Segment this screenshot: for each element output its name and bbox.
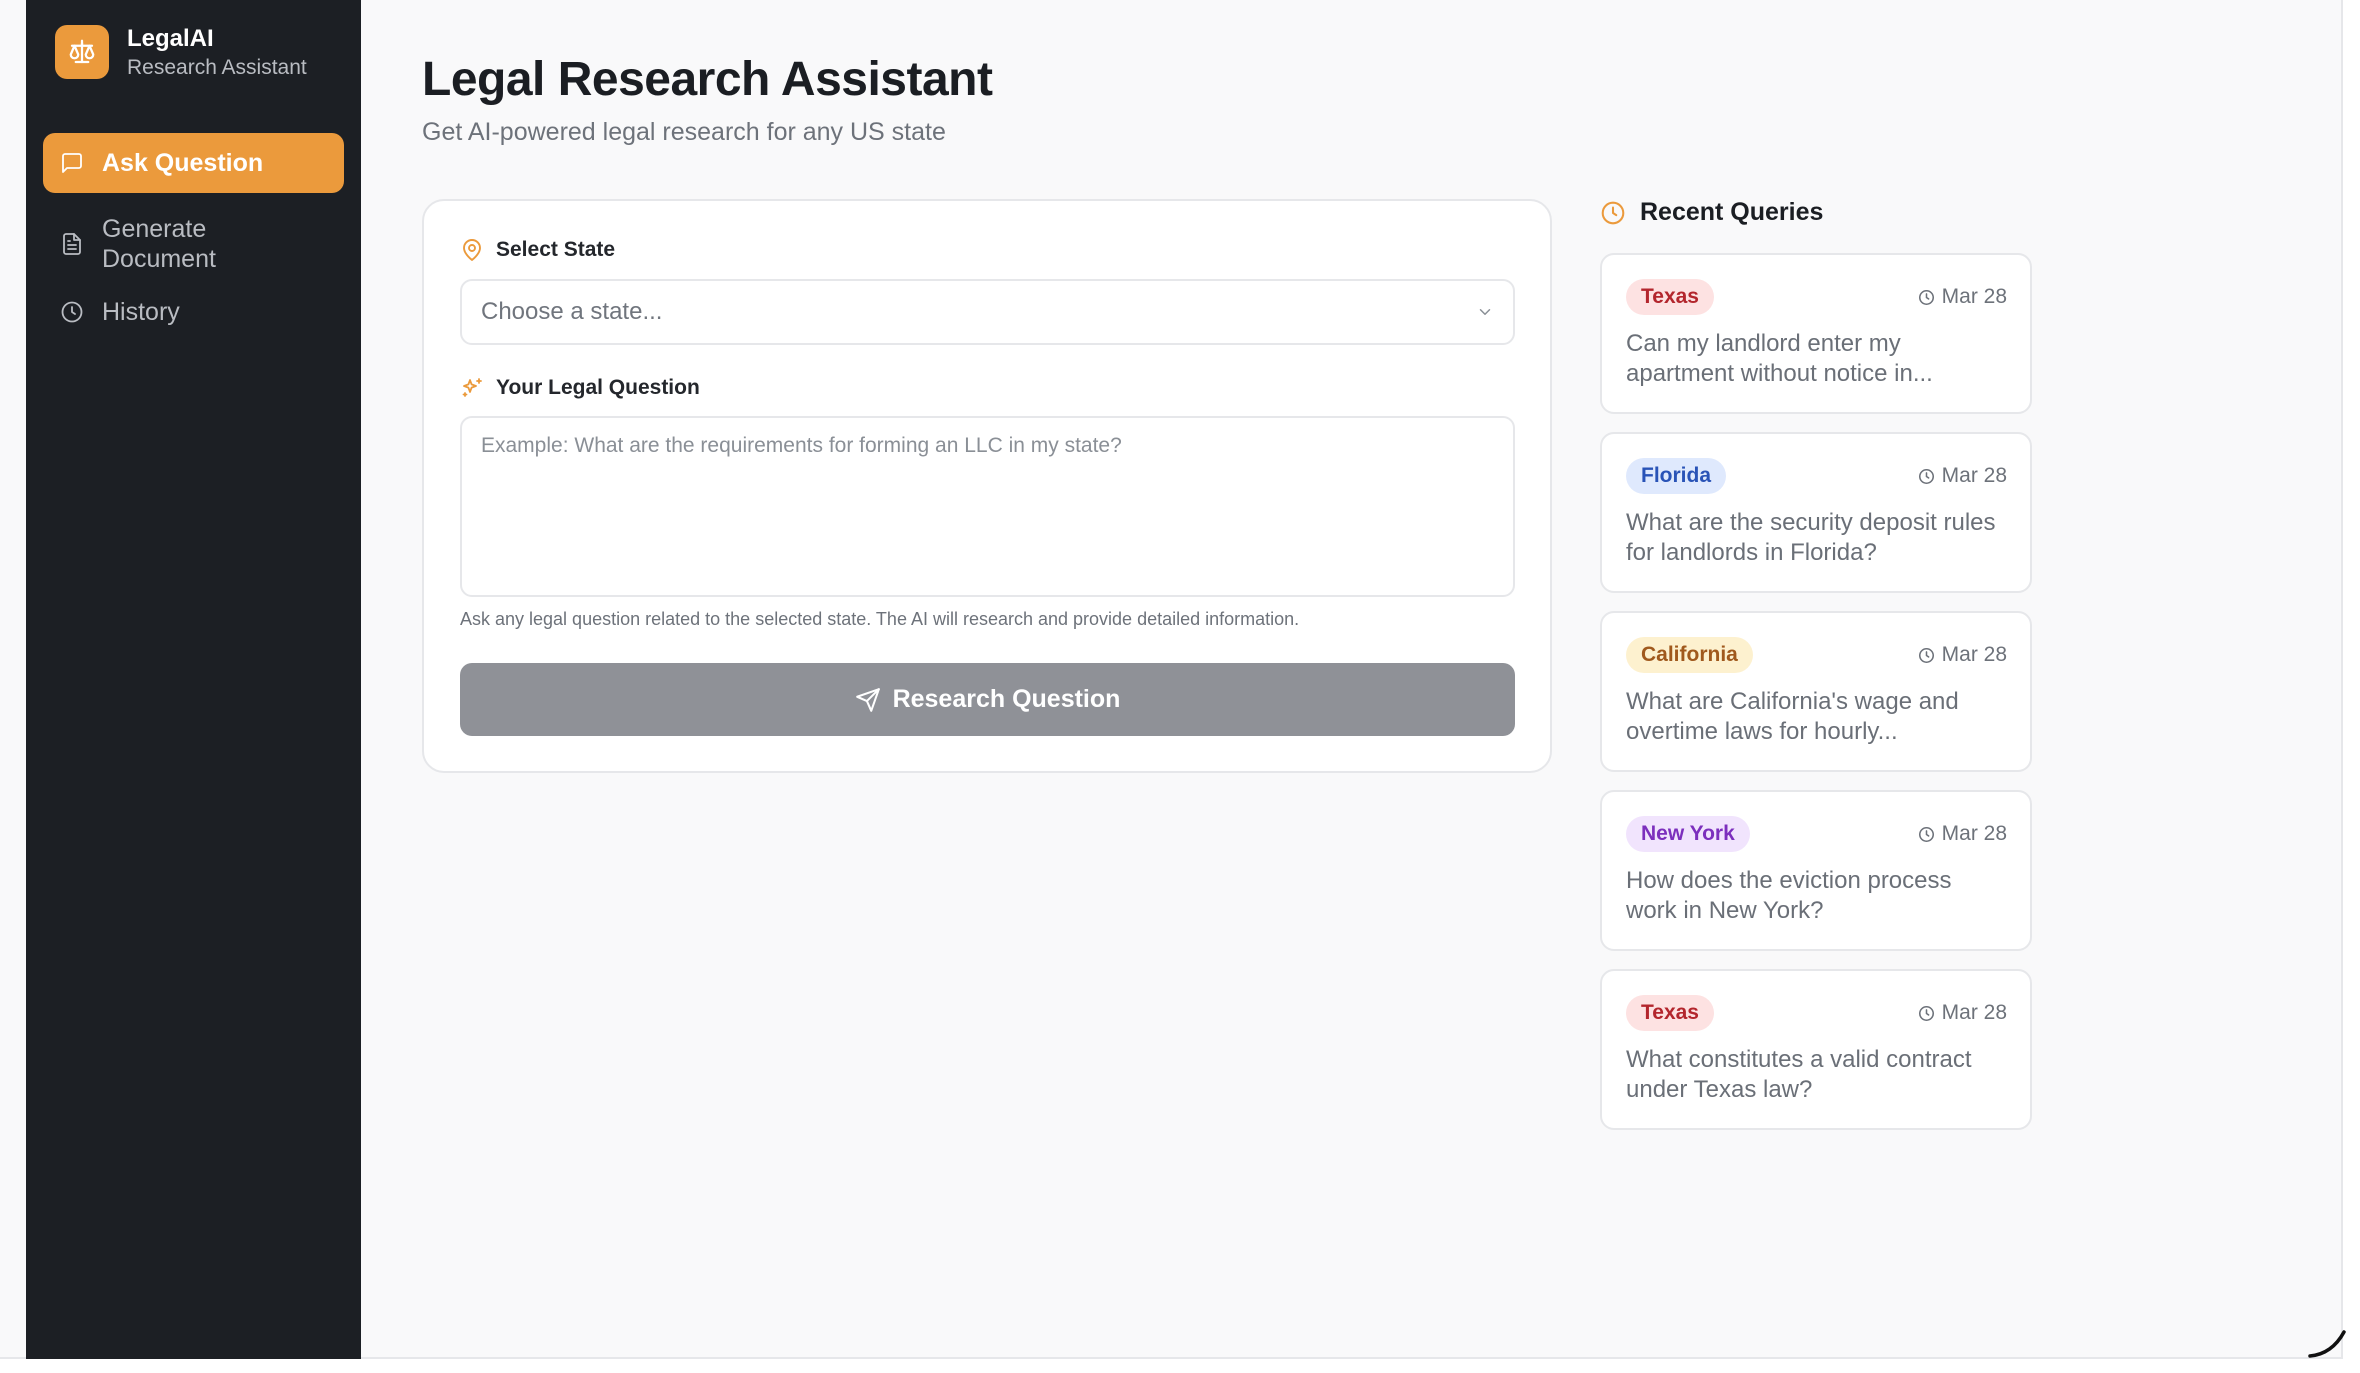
state-select[interactable]: Choose a state... [460,279,1515,345]
question-label-text: Your Legal Question [496,376,700,399]
send-icon [855,687,881,713]
state-badge: Texas [1626,279,1714,315]
query-text: What constitutes a valid contract under … [1626,1046,1972,1103]
recent-query-card[interactable]: New York Mar 28 How does the eviction pr… [1600,790,2032,951]
state-badge: Florida [1626,458,1727,494]
chevron-down-icon [1476,303,1494,321]
state-select-placeholder: Choose a state... [481,298,663,325]
query-text: What are California's wage and overtime … [1626,688,1959,745]
brand: LegalAI Research Assistant [55,25,307,79]
nav-item-generate-document[interactable]: Generate Document [43,199,344,289]
query-date-text: Mar 28 [1941,643,2007,666]
query-date: Mar 28 [1918,1001,2007,1025]
clock-icon [1918,1005,1935,1022]
question-hint: Ask any legal question related to the se… [460,609,1300,629]
state-badge: Texas [1626,995,1714,1031]
message-square-icon [60,151,84,175]
query-date-text: Mar 28 [1941,1001,2007,1024]
sidebar: LegalAI Research Assistant Ask Question [26,0,361,1359]
nav-item-label: Generate Document [102,215,216,273]
query-date: Mar 28 [1918,285,2007,309]
sparkles-icon [460,376,484,400]
research-question-button[interactable]: Research Question [460,663,1515,736]
question-placeholder: Example: What are the requirements for f… [481,434,1122,457]
research-question-label: Research Question [892,685,1121,713]
app-window: LegalAI Research Assistant Ask Question [0,0,2343,1359]
page-title: Legal Research Assistant [422,53,993,106]
scale-icon [55,25,109,79]
query-text: Can my landlord enter my apartment witho… [1626,330,1933,387]
clock-icon [1600,200,1626,226]
query-date-text: Mar 28 [1941,464,2007,487]
sidebar-nav: Ask Question Generate Document History [43,133,344,333]
resize-handle-icon[interactable] [2306,1316,2352,1362]
page-subtitle: Get AI-powered legal research for any US… [422,118,946,146]
state-badge: New York [1626,816,1750,852]
question-label: Your Legal Question [460,376,700,400]
clock-icon [1918,289,1935,306]
recent-queries-title: Recent Queries [1640,198,1824,226]
state-label-text: Select State [496,238,616,261]
state-badge: California [1626,637,1753,673]
recent-query-card[interactable]: Texas Mar 28 Can my landlord enter my ap… [1600,253,2032,414]
query-date: Mar 28 [1918,464,2007,488]
recent-queries-list: Texas Mar 28 Can my landlord enter my ap… [1600,253,2032,1148]
query-date-text: Mar 28 [1941,285,2007,308]
clock-icon [1918,826,1935,843]
map-pin-icon [460,238,484,262]
question-form: Select State Choose a state... Your Lega… [422,199,1552,773]
brand-subtitle: Research Assistant [127,55,307,79]
nav-item-history[interactable]: History [43,291,344,333]
clock-icon [60,300,84,324]
recent-query-card[interactable]: California Mar 28 What are California's … [1600,611,2032,772]
recent-query-card[interactable]: Texas Mar 28 What constitutes a valid co… [1600,969,2032,1130]
query-date-text: Mar 28 [1941,822,2007,845]
nav-item-label: Ask Question [102,148,264,177]
brand-name: LegalAI [127,24,214,52]
nav-item-label: History [102,297,180,326]
recent-query-card[interactable]: Florida Mar 28 What are the security dep… [1600,432,2032,593]
query-date: Mar 28 [1918,822,2007,846]
state-label: Select State [460,238,615,262]
query-date: Mar 28 [1918,643,2007,667]
recent-queries-header: Recent Queries [1600,198,1823,227]
file-text-icon [60,232,84,256]
question-textarea[interactable]: Example: What are the requirements for f… [460,416,1515,597]
query-text: What are the security deposit rules for … [1626,509,1996,566]
query-text: How does the eviction process work in Ne… [1626,867,1952,924]
clock-icon [1918,647,1935,664]
clock-icon [1918,468,1935,485]
nav-item-ask-question[interactable]: Ask Question [43,133,344,193]
